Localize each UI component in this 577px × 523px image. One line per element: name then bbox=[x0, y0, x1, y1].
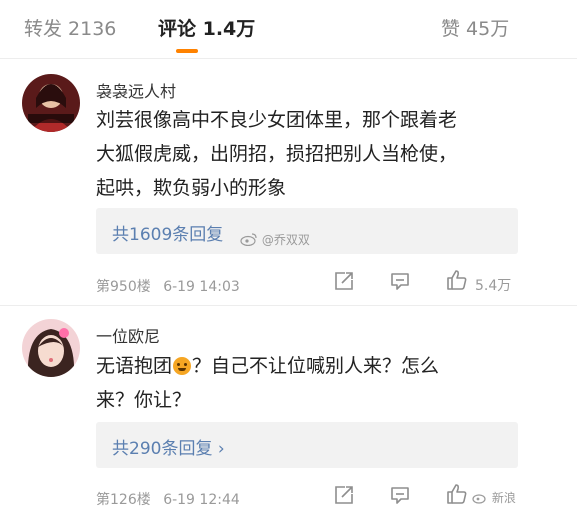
avatar[interactable] bbox=[22, 74, 80, 132]
weibo-logo-icon bbox=[240, 233, 257, 247]
tab-likes[interactable]: 赞 45万 bbox=[441, 14, 509, 41]
share-icon[interactable] bbox=[333, 484, 355, 510]
share-icon[interactable] bbox=[333, 270, 355, 296]
comment-text-segment: ？自己不让位喊别人来？怎么 bbox=[192, 355, 440, 377]
avatar-image bbox=[22, 74, 80, 132]
watermark-text: 新浪 bbox=[491, 491, 516, 505]
comment-icon[interactable] bbox=[389, 270, 411, 296]
watermark: @乔双双 bbox=[240, 231, 310, 248]
comment-meta: 第950楼 6-19 14:03 bbox=[96, 276, 240, 296]
avatar-image bbox=[22, 319, 80, 377]
floor-number: 第950楼 bbox=[96, 279, 151, 295]
like-icon[interactable] bbox=[445, 482, 469, 510]
watermark: 新浪 bbox=[472, 489, 516, 506]
active-tab-indicator bbox=[176, 49, 198, 53]
comment-username[interactable]: 袅袅远人村 bbox=[96, 78, 176, 102]
replies-count: 共290条回复 › bbox=[112, 439, 225, 459]
replies-link[interactable]: 共290条回复 › bbox=[96, 422, 518, 468]
comment-text-line: 来？你让？ bbox=[96, 389, 192, 411]
comment-time: 6-19 14:03 bbox=[163, 279, 240, 295]
tab-bar: 转发 2136 评论 1.4万 赞 45万 bbox=[0, 0, 577, 58]
comment-text-line: 起哄，欺负弱小的形象 bbox=[96, 177, 287, 199]
comment-text: 刘芸很像高中不良少女团体里，那个跟着老 大狐假虎威，出阴招，损招把别人当枪使， … bbox=[96, 103, 536, 205]
comment-text-segment: 无语抱团 bbox=[96, 355, 173, 377]
comment-icon[interactable] bbox=[389, 484, 411, 510]
comment-text-line: 刘芸很像高中不良少女团体里，那个跟着老 bbox=[96, 109, 458, 131]
weibo-logo-icon bbox=[472, 494, 486, 504]
tab-repost[interactable]: 转发 2136 bbox=[24, 14, 116, 41]
comment-time: 6-19 12:44 bbox=[163, 492, 240, 508]
avatar[interactable] bbox=[22, 319, 80, 377]
watermark-text: @乔双双 bbox=[261, 233, 310, 247]
dog-face-emoji-icon bbox=[173, 357, 192, 375]
like-count: 5.4万 bbox=[475, 278, 512, 294]
tab-comments[interactable]: 评论 1.4万 bbox=[158, 14, 255, 41]
comment-text-line: 大狐假虎威，出阴招，损招把别人当枪使， bbox=[96, 143, 458, 165]
comment-meta: 第126楼 6-19 12:44 bbox=[96, 489, 240, 509]
like-icon[interactable] bbox=[445, 268, 469, 296]
comment-text: 无语抱团 ？自己不让位喊别人来？怎么 来？你让？ bbox=[96, 349, 536, 417]
comment-item: 袅袅远人村 刘芸很像高中不良少女团体里，那个跟着老 大狐假虎威，出阴招，损招把别… bbox=[0, 58, 577, 308]
comment-text-line: 无语抱团 ？自己不让位喊别人来？怎么 bbox=[96, 349, 536, 383]
comment-username[interactable]: 一位欧尼 bbox=[96, 323, 160, 347]
floor-number: 第126楼 bbox=[96, 492, 151, 508]
replies-count: 共1609条回复 bbox=[112, 225, 224, 245]
comment-item: 一位欧尼 无语抱团 ？自己不让位喊别人来？怎么 来？你让？ 共290条回复 › 第… bbox=[0, 305, 577, 523]
